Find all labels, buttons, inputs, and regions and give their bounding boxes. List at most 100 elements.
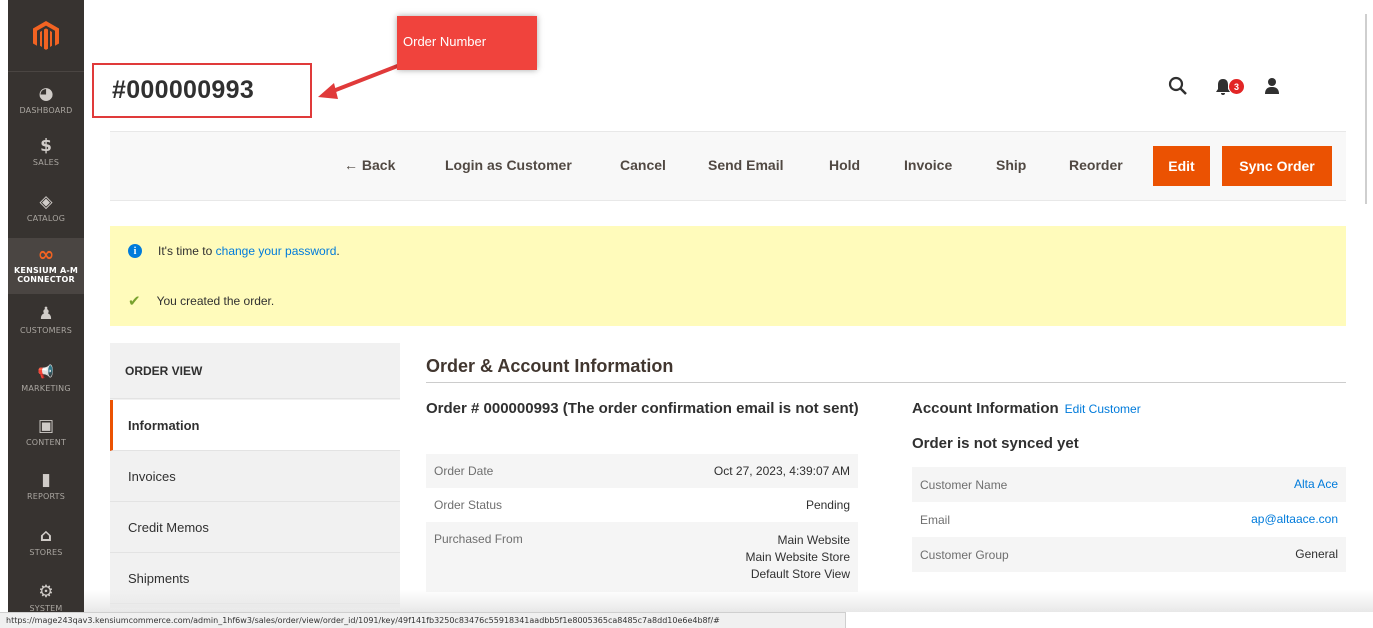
kensium-logo-icon: ∞ bbox=[37, 242, 55, 266]
order-number-callout: Order Number bbox=[397, 16, 537, 70]
layout-icon: ▣ bbox=[37, 416, 55, 436]
store-name: Main Website Store bbox=[745, 550, 851, 564]
sidebar-item-label: REPORTS bbox=[26, 492, 66, 501]
customer-name-label: Customer Name bbox=[920, 477, 1008, 492]
customer-group-label: Customer Group bbox=[920, 547, 1009, 562]
sidebar-item-label: SYSTEM bbox=[29, 604, 63, 612]
dollar-icon: $ bbox=[40, 136, 52, 156]
success-message-text: You created the order. bbox=[156, 294, 275, 308]
sidebar-item-label: KENSIUM A-M CONNECTOR bbox=[14, 266, 79, 284]
order-date-label: Order Date bbox=[434, 464, 494, 478]
table-row: Order Status Pending bbox=[426, 488, 858, 522]
success-message: ✔ You created the order. bbox=[128, 292, 274, 310]
order-status-value: Pending bbox=[805, 497, 850, 512]
section-divider bbox=[426, 382, 1346, 383]
table-row: Customer Name Alta Ace bbox=[912, 467, 1346, 502]
sidebar-item-marketing[interactable]: 📢 MARKETING bbox=[8, 362, 84, 398]
order-date-value: Oct 27, 2023, 4:39:07 AM bbox=[713, 463, 850, 478]
system-messages: i It's time to change your password. ✔ Y… bbox=[110, 226, 1346, 326]
password-notice-prefix: It's time to bbox=[158, 244, 213, 258]
order-status-label: Order Status bbox=[434, 498, 503, 512]
gear-icon: ⚙ bbox=[38, 582, 54, 602]
table-row: Purchased From Main Website Main Website… bbox=[426, 522, 858, 592]
sidebar-item-dashboard[interactable]: ◕ DASHBOARD bbox=[8, 84, 84, 120]
info-icon: i bbox=[128, 244, 142, 258]
browser-status-bar: https://mage243qav3.kensiumcommerce.com/… bbox=[0, 612, 846, 628]
sidebar-item-sales[interactable]: $ SALES bbox=[8, 136, 84, 176]
order-actions-toolbar: ← Back Login as Customer Cancel Send Ema… bbox=[110, 131, 1346, 201]
sidebar-item-kensium-connector[interactable]: ∞ KENSIUM A-M CONNECTOR bbox=[8, 238, 84, 294]
table-row: Email ap@altaace.con bbox=[912, 502, 1346, 537]
admin-sidebar: ◕ DASHBOARD $ SALES ◈ CATALOG ∞ KENSIUM … bbox=[8, 0, 84, 628]
sidebar-item-content[interactable]: ▣ CONTENT bbox=[8, 416, 84, 452]
email-label: Email bbox=[920, 512, 951, 527]
callout-label: Order Number bbox=[403, 34, 487, 49]
person-icon: ♟ bbox=[38, 304, 54, 324]
storefront-icon: ⌂ bbox=[39, 526, 53, 546]
tab-credit-memos[interactable]: Credit Memos bbox=[110, 502, 400, 553]
checkmark-icon: ✔ bbox=[128, 292, 141, 310]
magento-logo[interactable] bbox=[8, 0, 84, 72]
password-notice: i It's time to change your password. bbox=[128, 244, 340, 258]
bar-chart-icon: ▮ bbox=[41, 470, 51, 490]
reorder-button[interactable]: Reorder bbox=[1069, 157, 1123, 173]
sidebar-item-label: CATALOG bbox=[26, 214, 66, 223]
order-info-title: Order # 000000993 (The order confirmatio… bbox=[426, 400, 859, 417]
tab-information[interactable]: Information bbox=[110, 400, 400, 451]
page-edge-divider bbox=[1365, 14, 1367, 204]
sidebar-item-label: STORES bbox=[29, 548, 63, 557]
user-account-icon[interactable] bbox=[1263, 77, 1281, 100]
tab-label: Credit Memos bbox=[128, 519, 209, 535]
dashboard-icon: ◕ bbox=[38, 84, 54, 104]
account-info-heading: Account Information bbox=[912, 400, 1059, 417]
magento-logo-icon bbox=[33, 20, 59, 50]
invoice-button[interactable]: Invoice bbox=[904, 157, 952, 173]
login-as-customer-button[interactable]: Login as Customer bbox=[445, 157, 572, 173]
tab-invoices[interactable]: Invoices bbox=[110, 451, 400, 502]
hold-button[interactable]: Hold bbox=[829, 157, 860, 173]
sidebar-item-label: DASHBOARD bbox=[19, 106, 73, 115]
sync-order-button[interactable]: Sync Order bbox=[1222, 146, 1332, 186]
back-button[interactable]: ← Back bbox=[344, 157, 395, 173]
account-info-table: Customer Name Alta Ace Email ap@altaace.… bbox=[912, 467, 1346, 575]
megaphone-icon: 📢 bbox=[37, 364, 55, 380]
table-row: Order Date Oct 27, 2023, 4:39:07 AM bbox=[426, 454, 858, 488]
tabs-heading: ORDER VIEW bbox=[110, 343, 400, 399]
customer-name-link[interactable]: Alta Ace bbox=[1294, 476, 1338, 493]
tab-label: Information bbox=[128, 417, 200, 433]
email-link[interactable]: ap@altaace.con bbox=[1251, 511, 1338, 528]
ship-button[interactable]: Ship bbox=[996, 157, 1026, 173]
bottom-fade bbox=[84, 590, 1373, 612]
sidebar-item-label: MARKETING bbox=[21, 384, 71, 393]
website-name: Main Website bbox=[777, 533, 850, 547]
password-notice-suffix: . bbox=[336, 244, 340, 258]
purchased-from-label: Purchased From bbox=[434, 532, 523, 546]
account-info-title: Account Information Edit Customer bbox=[912, 398, 1141, 420]
section-title: Order & Account Information bbox=[426, 356, 674, 376]
change-password-link[interactable]: change your password bbox=[216, 244, 337, 258]
page-title: #000000993 bbox=[112, 76, 255, 104]
customer-group-value: General bbox=[1295, 547, 1338, 561]
sidebar-item-system[interactable]: ⚙ SYSTEM bbox=[8, 582, 84, 612]
notification-count-badge: 3 bbox=[1229, 79, 1244, 94]
sidebar-item-stores[interactable]: ⌂ STORES bbox=[8, 526, 84, 562]
edit-button[interactable]: Edit bbox=[1153, 146, 1210, 186]
sidebar-item-reports[interactable]: ▮ REPORTS bbox=[8, 470, 84, 508]
order-view-tabs: ORDER VIEW Information Invoices Credit M… bbox=[110, 343, 400, 608]
tab-label: Shipments bbox=[128, 570, 190, 586]
sidebar-item-label: CONTENT bbox=[25, 438, 67, 447]
edit-customer-link[interactable]: Edit Customer bbox=[1065, 402, 1141, 416]
search-icon[interactable] bbox=[1168, 76, 1188, 101]
send-email-button[interactable]: Send Email bbox=[708, 157, 783, 173]
box-icon: ◈ bbox=[39, 192, 53, 212]
store-view-name: Default Store View bbox=[750, 567, 850, 581]
table-row: Customer Group General bbox=[912, 537, 1346, 572]
order-info-table: Order Date Oct 27, 2023, 4:39:07 AM Orde… bbox=[426, 454, 858, 594]
sidebar-item-catalog[interactable]: ◈ CATALOG bbox=[8, 192, 84, 228]
tab-label: Invoices bbox=[128, 468, 176, 484]
cancel-button[interactable]: Cancel bbox=[620, 157, 666, 173]
sync-status-text: Order is not synced yet bbox=[912, 435, 1079, 452]
sidebar-item-customers[interactable]: ♟ CUSTOMERS bbox=[8, 304, 84, 342]
purchased-from-value: Main Website Main Website Store Default … bbox=[746, 532, 851, 592]
order-number-highlight: #000000993 bbox=[92, 63, 312, 118]
